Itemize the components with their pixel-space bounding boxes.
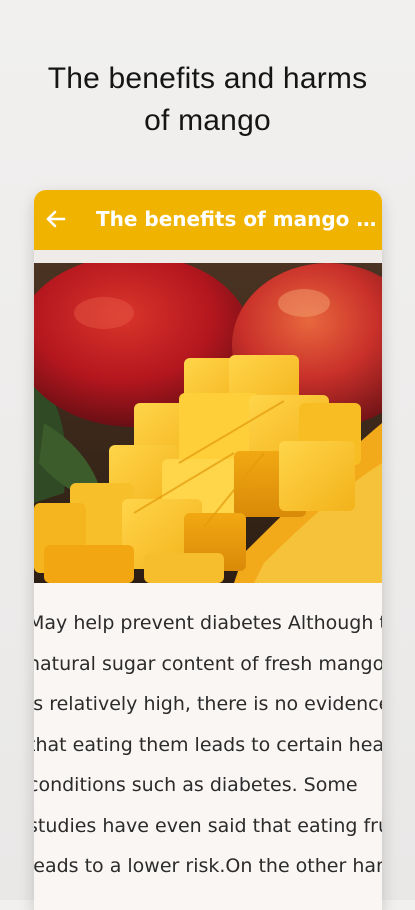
- arrow-left-icon: [46, 210, 66, 228]
- promo-title-line-1: The benefits and harms: [47, 62, 368, 95]
- article-card: May help prevent diabetes Although the n…: [34, 583, 382, 910]
- article-line: that eating them leads to certain health: [34, 733, 382, 756]
- article-line: leads to a lower risk.On the other hand,: [34, 855, 382, 877]
- article-line: conditions such as diabetes. Some: [34, 774, 358, 796]
- page-title: The benefits of mango f...: [96, 207, 378, 231]
- article-line: May help prevent diabetes Although the: [34, 612, 382, 634]
- promo-title: The benefits and harms of mango: [0, 58, 415, 142]
- mango-photo: [34, 263, 382, 583]
- back-button[interactable]: [38, 202, 72, 236]
- article-body: May help prevent diabetes Although the n…: [34, 603, 382, 887]
- phone-screen: The benefits of mango f... May help prev…: [34, 190, 382, 910]
- promo-title-line-2: of mango: [144, 104, 271, 137]
- app-bar: The benefits of mango f...: [34, 190, 382, 250]
- article-line: studies have even said that eating fruit: [34, 814, 382, 837]
- article-line: natural sugar content of fresh mangoes: [34, 652, 382, 675]
- divider: [34, 250, 382, 263]
- article-line: is relatively high, there is no evidence: [34, 693, 382, 715]
